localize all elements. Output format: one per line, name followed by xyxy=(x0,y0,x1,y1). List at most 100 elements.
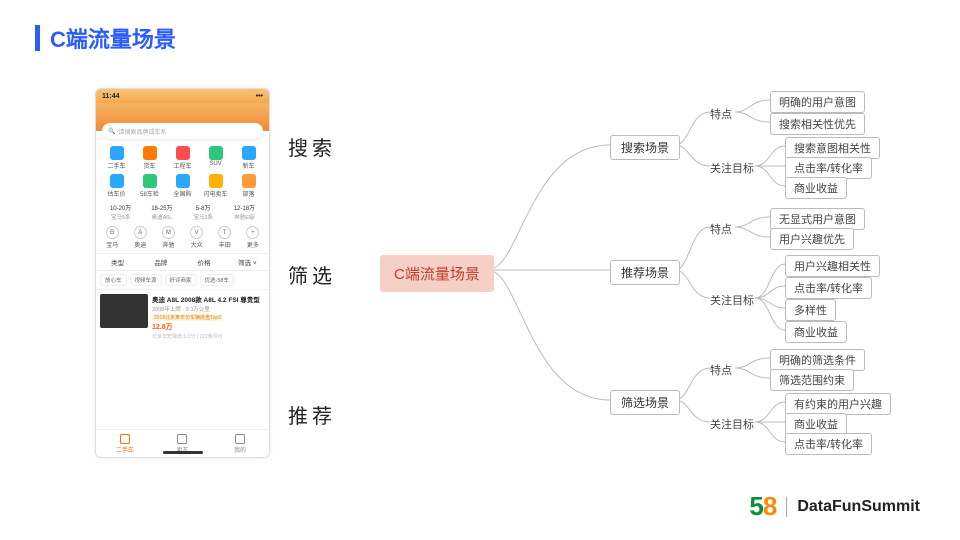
mm-branch-filter: 筛选场景 xyxy=(610,390,680,415)
mm-root: C端流量场景 xyxy=(380,255,494,292)
price-range-sub: 宝马5系 xyxy=(100,213,141,221)
category-icon xyxy=(242,146,256,160)
footer: 58 DataFunSummit xyxy=(749,491,920,522)
filter-chip[interactable]: 好评商家 xyxy=(165,274,197,286)
price-range-item[interactable]: 12-18万奔驰E级 xyxy=(224,203,265,221)
mm-leaf: 点击率/转化率 xyxy=(785,157,872,179)
filter-chip[interactable]: 放心车 xyxy=(100,274,127,286)
brand-item[interactable]: M奔驰 xyxy=(154,226,182,249)
brand-icon: A xyxy=(134,226,147,239)
phone-statusbar: 11:44 ••• xyxy=(96,89,269,103)
brand-item[interactable]: T丰田 xyxy=(211,226,239,249)
mm-label: 关注目标 xyxy=(710,160,754,176)
price-range-row: 10-20万宝马5系18-25万奥迪A6L5-8万宝马3系12-18万奔驰E级 xyxy=(96,200,269,224)
category-icon xyxy=(110,174,124,188)
price-range-item[interactable]: 5-8万宝马3系 xyxy=(183,203,224,221)
brand-label: 丰田 xyxy=(211,240,239,249)
logo-58: 58 xyxy=(749,491,776,522)
mm-leaf: 有约束的用户兴趣 xyxy=(785,393,891,415)
category-item[interactable]: 估车价 xyxy=(100,174,133,198)
category-label: 部落 xyxy=(242,189,254,198)
category-grid-1: 二手车货车工程车 SUV 新车 xyxy=(96,144,269,172)
category-icon xyxy=(176,146,190,160)
category-item[interactable]: 全国购 xyxy=(166,174,199,198)
side-label-search: 搜索 xyxy=(288,132,336,161)
footer-brand: DataFunSummit xyxy=(797,498,920,516)
filter-tab[interactable]: 品牌 xyxy=(139,257,182,267)
logo-5: 5 xyxy=(749,491,762,521)
mm-leaf: 点击率/转化率 xyxy=(785,277,872,299)
mm-leaf: 用户兴趣优先 xyxy=(770,228,854,250)
category-icon xyxy=(110,146,124,160)
brand-label: 大众 xyxy=(182,240,210,249)
slide-title: C端流量场景 xyxy=(35,22,176,54)
phone-search-bar[interactable]: 🔍 请搜索品牌或车系 xyxy=(102,123,263,139)
mm-leaf: 点击率/转化率 xyxy=(785,433,872,455)
listing-thumbnail xyxy=(100,294,148,328)
category-icon xyxy=(176,174,190,188)
brand-label: 更多 xyxy=(239,240,267,249)
filter-tab[interactable]: 筛选 ˅ xyxy=(226,257,269,267)
brand-item[interactable]: A奥迪 xyxy=(126,226,154,249)
category-item[interactable]: SUV xyxy=(199,146,232,170)
tabbar-item[interactable]: 我的 xyxy=(211,430,269,457)
category-label: SUV xyxy=(209,161,221,167)
category-item[interactable]: 新车 xyxy=(232,146,265,170)
tabbar-icon xyxy=(235,434,245,444)
brand-item[interactable]: +更多 xyxy=(239,226,267,249)
category-item[interactable]: 工程车 xyxy=(166,146,199,170)
tabbar-item[interactable]: 二手车 xyxy=(96,430,154,457)
mm-leaf: 搜索意图相关性 xyxy=(785,137,880,159)
brand-item[interactable]: B宝马 xyxy=(98,226,126,249)
brand-icon: T xyxy=(218,226,231,239)
brand-label: 宝马 xyxy=(98,240,126,249)
status-icons: ••• xyxy=(256,93,263,100)
mm-label: 特点 xyxy=(710,221,732,237)
status-time: 11:44 xyxy=(102,93,120,100)
category-item[interactable]: 闪电卖车 xyxy=(199,174,232,198)
mm-leaf: 搜索相关性优先 xyxy=(770,113,865,135)
tabbar-icon xyxy=(120,434,130,444)
category-icon xyxy=(242,174,256,188)
filter-tab[interactable]: 价格 xyxy=(183,257,226,267)
category-label: 二手车 xyxy=(107,161,125,170)
brand-row: B宝马A奥迪M奔驰V大众T丰田+更多 xyxy=(96,224,269,253)
tabbar-icon xyxy=(177,434,187,444)
listing-tag: 2018北京某年份车辆底盘Top3 xyxy=(152,314,223,321)
mm-label: 关注目标 xyxy=(710,292,754,308)
category-label: 工程车 xyxy=(173,161,191,170)
price-range-item[interactable]: 10-20万宝马5系 xyxy=(100,203,141,221)
mm-branch-search: 搜索场景 xyxy=(610,135,680,160)
listing-price: 12.8万 xyxy=(152,322,265,332)
mm-leaf: 多样性 xyxy=(785,299,836,321)
chip-row[interactable]: 放心车视频车源好评商家优选·58车 xyxy=(96,271,269,289)
filter-chip[interactable]: 视频车源 xyxy=(130,274,162,286)
brand-item[interactable]: V大众 xyxy=(182,226,210,249)
filter-tabs[interactable]: 类型品牌价格筛选 ˅ xyxy=(96,253,269,271)
car-listing[interactable]: 奥迪 A8L 2008款 A8L 4.2 FSI 尊贵型 2008年上牌 · 9… xyxy=(96,289,269,344)
category-label: 闪电卖车 xyxy=(203,189,227,198)
category-label: 58车检 xyxy=(140,189,159,198)
category-item[interactable]: 部落 xyxy=(232,174,265,198)
title-text: C端流量场景 xyxy=(50,22,176,54)
tabbar-label: 二手车 xyxy=(116,445,134,454)
mm-leaf: 无显式用户意图 xyxy=(770,208,865,230)
price-range-top: 12-18万 xyxy=(224,203,265,212)
filter-chip[interactable]: 优选·58车 xyxy=(200,274,234,286)
category-item[interactable]: 58车检 xyxy=(133,174,166,198)
listing-title: 奥迪 A8L 2008款 A8L 4.2 FSI 尊贵型 xyxy=(152,294,265,304)
category-label: 新车 xyxy=(242,161,254,170)
category-item[interactable]: 二手车 xyxy=(100,146,133,170)
brand-icon: B xyxy=(106,226,119,239)
mm-leaf: 商业收益 xyxy=(785,321,847,343)
price-range-top: 5-8万 xyxy=(183,203,224,212)
filter-tab[interactable]: 类型 xyxy=(96,257,139,267)
title-accent-bar xyxy=(35,25,40,51)
price-range-item[interactable]: 18-25万奥迪A6L xyxy=(141,203,182,221)
mm-leaf: 商业收益 xyxy=(785,177,847,199)
footer-separator xyxy=(786,497,787,517)
category-item[interactable]: 货车 xyxy=(133,146,166,170)
phone-mock: 11:44 ••• 🔍 请搜索品牌或车系 二手车货车工程车SUV新车 估车价58… xyxy=(95,88,270,458)
category-icon xyxy=(143,146,157,160)
mindmap: C端流量场景 搜索场景 特点 关注目标 明确的用户意图 搜索相关性优先 搜索意图… xyxy=(370,80,950,450)
